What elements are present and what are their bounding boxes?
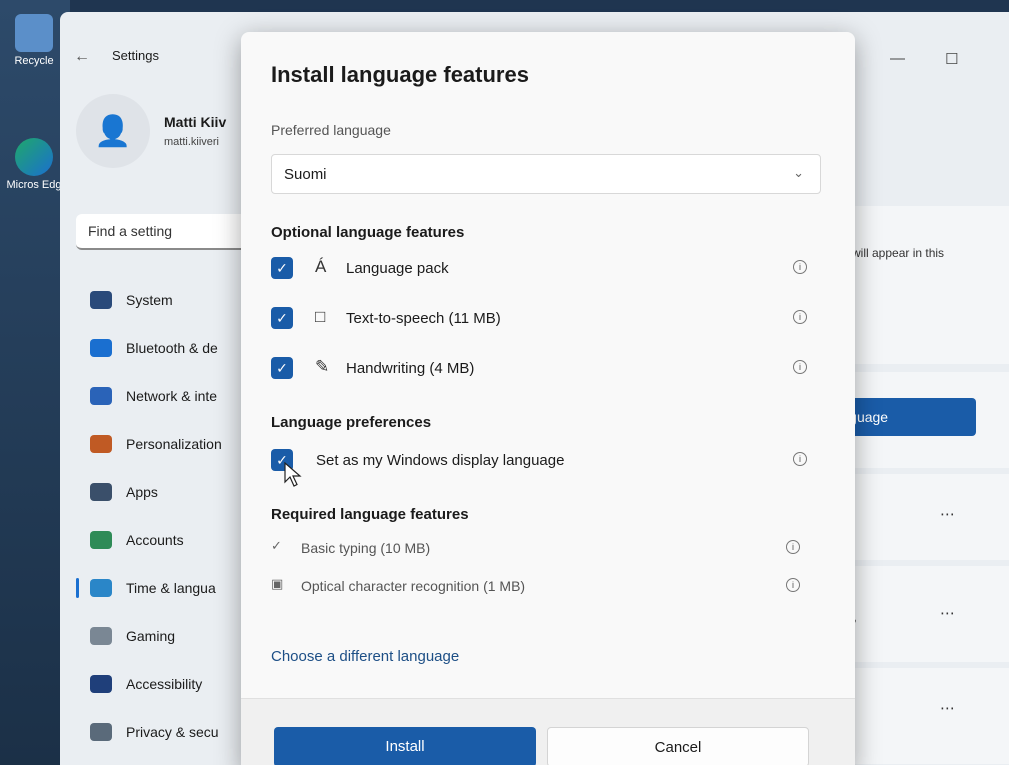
info-icon[interactable]: i	[793, 260, 807, 274]
required-features-heading: Required language features	[271, 506, 469, 523]
required-ocr: ▣ Optical character recognition (1 MB) i	[271, 574, 831, 600]
abc-check-icon: ✓	[271, 538, 282, 553]
option-label: Set as my Windows display language	[316, 452, 565, 469]
optional-features-heading: Optional language features	[271, 224, 465, 241]
mouse-pointer-icon	[284, 462, 302, 487]
checkbox-checked-icon[interactable]: ✓	[271, 257, 293, 279]
accessibility-icon	[90, 675, 112, 693]
more-options-icon[interactable]: ⋯	[940, 505, 955, 523]
option-label: Language pack	[346, 260, 449, 277]
edge-icon	[15, 138, 53, 176]
install-language-dialog: Install language features Preferred lang…	[241, 32, 855, 765]
ocr-icon: ▣	[271, 576, 284, 591]
brush-icon	[90, 435, 112, 453]
language-row	[830, 474, 1009, 560]
chevron-down-icon: ⌄	[793, 165, 804, 180]
desktop-icon-label: Micros Edg	[6, 179, 62, 191]
sidebar-item-label: Bluetooth & de	[126, 340, 218, 356]
gamepad-icon	[90, 627, 112, 645]
info-icon[interactable]: i	[793, 310, 807, 324]
sidebar-item-label: System	[126, 292, 173, 308]
required-basic-typing: ✓ Basic typing (10 MB) i	[271, 536, 831, 562]
language-row	[830, 668, 1009, 764]
sidebar-item-label: Privacy & secu	[126, 724, 219, 740]
option-display-language[interactable]: ✓ Set as my Windows display language i	[271, 446, 831, 476]
window-title: Settings	[112, 48, 159, 63]
sidebar-item-label: Apps	[126, 484, 158, 500]
option-label: Handwriting (4 MB)	[346, 360, 475, 377]
sidebar-item-label: Accessibility	[126, 676, 203, 692]
dialog-title: Install language features	[271, 62, 529, 87]
sidebar-item-label: Personalization	[126, 436, 222, 452]
cancel-button[interactable]: Cancel	[547, 727, 809, 765]
card-text: on,	[830, 566, 1009, 632]
sidebar-item-label: Accounts	[126, 532, 184, 548]
accounts-icon	[90, 531, 112, 549]
sidebar-item-label: Gaming	[126, 628, 176, 644]
selected-indicator	[76, 578, 79, 598]
option-language-pack[interactable]: ✓ Á Language pack i	[271, 254, 831, 284]
bluetooth-icon	[90, 339, 112, 357]
option-text-to-speech[interactable]: ✓ □ Text-to-speech (11 MB) i	[271, 304, 831, 334]
desktop-icon-label: Recycle	[14, 55, 54, 67]
back-arrow-icon[interactable]: ←	[74, 48, 90, 66]
more-options-icon[interactable]: ⋯	[940, 604, 955, 622]
edge-shortcut[interactable]: Micros Edg	[4, 138, 64, 191]
avatar: 👤	[76, 94, 150, 168]
more-options-icon[interactable]: ⋯	[940, 699, 955, 717]
recycle-bin-icon	[15, 14, 53, 52]
info-icon[interactable]: i	[793, 360, 807, 374]
language-row: on,	[830, 566, 1009, 662]
speech-icon: □	[315, 307, 326, 326]
maximize-icon[interactable]: ☐	[945, 50, 958, 68]
checkbox-checked-icon[interactable]: ✓	[271, 357, 293, 379]
minimize-icon[interactable]: —	[890, 50, 905, 67]
profile-card[interactable]: 👤 Matti Kiiv matti.kiiveri	[76, 94, 256, 174]
recycle-bin-shortcut[interactable]: Recycle	[4, 14, 64, 67]
info-icon[interactable]: i	[786, 578, 800, 592]
card-text: will appear in this	[852, 246, 945, 260]
info-card: will appear in this	[830, 206, 1009, 364]
preferred-language-select[interactable]: Suomi ⌄	[271, 154, 821, 194]
wifi-icon	[90, 387, 112, 405]
sidebar-item-label: Network & inte	[126, 388, 218, 404]
checkbox-checked-icon[interactable]: ✓	[271, 307, 293, 329]
preferred-language-label: Preferred language	[271, 122, 391, 138]
profile-name: Matti Kiiv	[164, 114, 227, 130]
language-icon: Á	[315, 257, 327, 276]
globe-clock-icon	[90, 579, 112, 597]
required-label: Optical character recognition (1 MB)	[301, 578, 526, 594]
sidebar-item-label: Time & langua	[126, 580, 216, 596]
install-button[interactable]: Install	[274, 727, 536, 765]
system-icon	[90, 291, 112, 309]
option-label: Text-to-speech (11 MB)	[346, 310, 501, 327]
profile-email: matti.kiiveri	[164, 136, 220, 148]
pen-icon: ✎	[315, 357, 330, 376]
choose-different-language-link[interactable]: Choose a different language	[271, 648, 459, 665]
info-icon[interactable]: i	[793, 452, 807, 466]
apps-icon	[90, 483, 112, 501]
selected-language: Suomi	[284, 166, 327, 183]
option-handwriting[interactable]: ✓ ✎ Handwriting (4 MB) i	[271, 354, 831, 384]
language-preferences-heading: Language preferences	[271, 414, 432, 431]
required-label: Basic typing (10 MB)	[301, 540, 431, 556]
info-icon[interactable]: i	[786, 540, 800, 554]
shield-icon	[90, 723, 112, 741]
dialog-footer: Install Cancel	[241, 698, 855, 765]
